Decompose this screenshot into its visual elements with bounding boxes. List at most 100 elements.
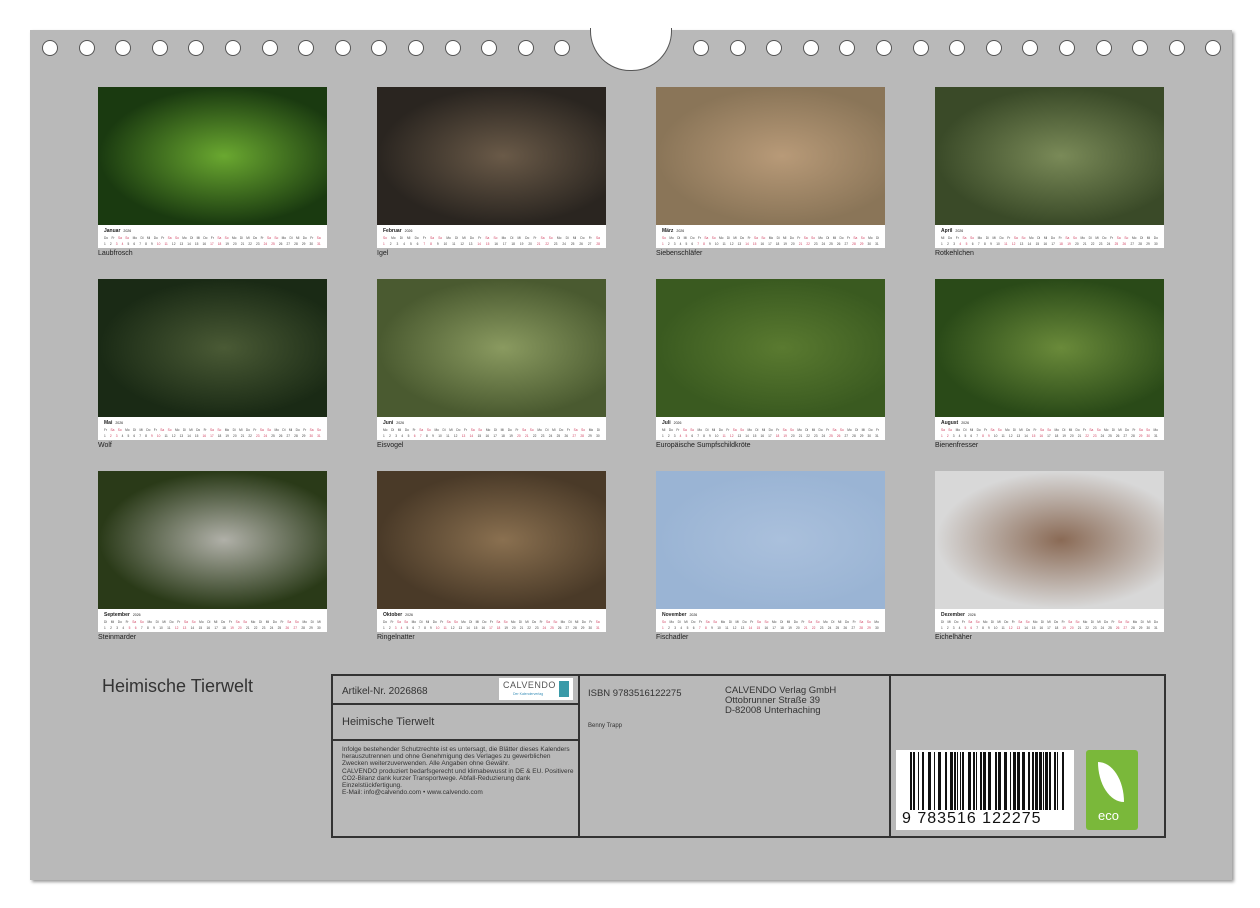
weekday: Fr	[391, 620, 394, 624]
day-number: 22	[545, 242, 549, 246]
day-number: 15	[753, 434, 757, 438]
day-number: 31	[596, 626, 600, 630]
month-photo	[935, 87, 1164, 225]
day-number: 29	[309, 626, 313, 630]
day-number: 4	[680, 434, 682, 438]
weekday: So	[427, 428, 431, 432]
weekday: Di	[1091, 620, 1094, 624]
weekday: Sa	[184, 620, 188, 624]
weekday: Fr	[567, 428, 570, 432]
weekday: Fr	[750, 620, 753, 624]
weekday: Sa	[110, 428, 114, 432]
day-number: 5	[408, 434, 410, 438]
weekday: Fr	[699, 620, 702, 624]
day-number: 17	[503, 242, 507, 246]
month-photo	[935, 279, 1164, 417]
weekday: Di	[941, 620, 944, 624]
day-number: 1	[383, 434, 385, 438]
weekday: Mo	[1083, 620, 1087, 624]
day-number: 3	[953, 242, 955, 246]
barcode: 9 783516 122275	[896, 750, 1074, 830]
weekday: So	[811, 236, 815, 240]
weekday: Fr	[253, 428, 256, 432]
weekday: Di	[455, 236, 458, 240]
day-number: 10	[994, 434, 998, 438]
weekday: Mo	[557, 236, 561, 240]
weekday: Di	[831, 620, 834, 624]
day-number: 21	[241, 242, 245, 246]
day-number: 24	[822, 434, 826, 438]
weekday: Mi	[525, 620, 528, 624]
weekday: Sa	[419, 428, 423, 432]
weekday: Sa	[522, 428, 526, 432]
day-number: 11	[167, 626, 170, 630]
weekday: Do	[470, 236, 474, 240]
weekday: Mo	[148, 620, 152, 624]
weekday: So	[662, 620, 666, 624]
day-number: 24	[562, 242, 566, 246]
day-number: 19	[225, 242, 229, 246]
weekday: Mo	[302, 620, 306, 624]
day-number: 24	[1101, 434, 1105, 438]
weekday: Sa	[430, 236, 434, 240]
weekday: Di	[1089, 236, 1092, 240]
weekday: So	[740, 428, 744, 432]
day-number: 10	[717, 626, 721, 630]
day-number: 14	[1028, 242, 1032, 246]
weekday: Do	[296, 428, 300, 432]
weekday: Sa	[267, 236, 271, 240]
month-calendar: Januar2026 DoFrSaSoMoDiMiDoFrSaSoMoDiMiD…	[98, 225, 327, 248]
weekday: So	[713, 620, 717, 624]
weekday: Mi	[552, 428, 555, 432]
binding-hole	[913, 40, 929, 56]
day-number: 10	[994, 626, 998, 630]
day-number: 9	[711, 626, 713, 630]
weekday: So	[504, 620, 508, 624]
weekday: Mi	[783, 236, 786, 240]
weekday: Di	[780, 620, 783, 624]
weekday: Di	[1112, 428, 1115, 432]
weekday: Di	[510, 236, 513, 240]
binding-hole	[115, 40, 131, 56]
weekday: Mo	[502, 236, 506, 240]
day-number: 14	[477, 242, 481, 246]
weekday: Mo	[486, 428, 490, 432]
weekday: Mi	[787, 620, 790, 624]
day-number: 16	[1039, 626, 1043, 630]
day-number: 7	[976, 434, 978, 438]
day-number: 1	[383, 626, 385, 630]
day-number: 28	[859, 626, 863, 630]
weekday: Mo	[1104, 428, 1108, 432]
month-photo	[377, 279, 606, 417]
day-number: 19	[1062, 434, 1066, 438]
day-number: 29	[1146, 242, 1150, 246]
weekday: So	[840, 428, 844, 432]
day-number: 2	[668, 626, 670, 630]
weekday: Do	[273, 620, 277, 624]
month-thumbnail: November2026 SoMoDiMiDoFrSaSoMoDiMiDoFrS…	[656, 471, 885, 641]
weekday: Mo	[511, 620, 515, 624]
day-number: 17	[1051, 242, 1055, 246]
weekday: Sa	[1068, 620, 1072, 624]
weekday: Mi	[189, 428, 192, 432]
weekday: Mi	[684, 236, 687, 240]
day-number: 18	[497, 626, 501, 630]
weekday: Mo	[1033, 620, 1037, 624]
weekday: Di	[391, 428, 394, 432]
weekday: Do	[246, 428, 250, 432]
weekday: Mi	[239, 428, 242, 432]
weekday: Sa	[754, 236, 758, 240]
weekday: Fr	[1110, 236, 1113, 240]
weekday: Fr	[413, 428, 416, 432]
weekday: Sa	[447, 620, 451, 624]
day-number: 17	[1047, 434, 1051, 438]
day-number: 13	[183, 626, 187, 630]
weekday: Do	[740, 236, 744, 240]
day-number: 25	[550, 626, 554, 630]
day-number: 20	[528, 242, 532, 246]
day-number: 23	[262, 626, 266, 630]
day-number: 22	[1091, 242, 1095, 246]
day-number: 10	[715, 242, 719, 246]
weekday: Sa	[706, 620, 710, 624]
weekday: So	[764, 620, 768, 624]
